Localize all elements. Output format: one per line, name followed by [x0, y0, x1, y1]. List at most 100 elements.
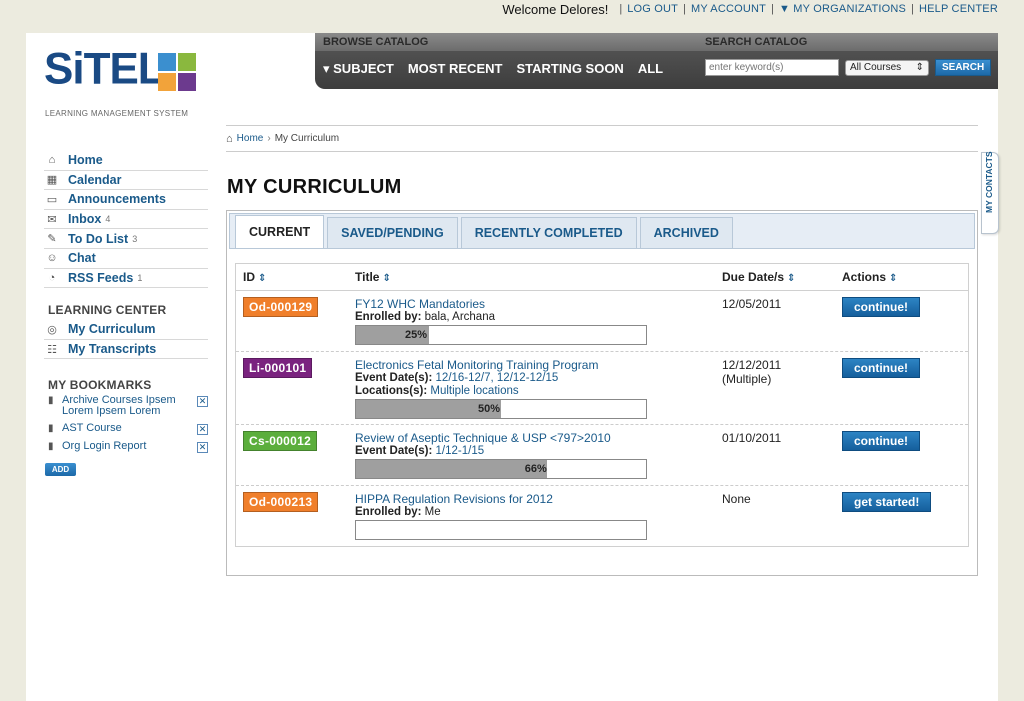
progress-bar: 66%: [355, 459, 647, 479]
sidebar-item-label: My Curriculum: [68, 322, 156, 337]
progress-percent: 25%: [405, 329, 428, 341]
chat-icon: ☺: [46, 252, 58, 265]
catalog-nav-most-recent[interactable]: MOST RECENT: [408, 61, 503, 77]
continue-button[interactable]: continue!: [842, 431, 920, 451]
course-id-badge: Li-000101: [243, 358, 313, 378]
column-header-due[interactable]: Due Date/s ⇕: [717, 270, 837, 284]
course-meta: Enrolled by: bala, Archana: [355, 311, 495, 323]
event-dates-link[interactable]: 12/16-12/7, 12/12-12/15: [436, 372, 559, 384]
search-button[interactable]: SEARCH: [935, 59, 992, 76]
bookmarks-heading: MY BOOKMARKS: [48, 378, 152, 393]
sort-icon: ⇕: [258, 273, 267, 284]
divider: |: [619, 3, 623, 15]
curriculum-table: ID ⇕ Title ⇕ Due Date/s ⇕ Actions ⇕ Od-00012…: [235, 263, 969, 547]
sidebar-item-announcements[interactable]: ▭ Announcements: [44, 190, 208, 210]
transcripts-icon: ☷: [47, 343, 57, 356]
catalog-nav-starting-soon[interactable]: STARTING SOON: [516, 61, 623, 77]
course-title-link[interactable]: FY12 WHC Mandatories: [355, 297, 717, 311]
column-header-id[interactable]: ID ⇕: [236, 270, 350, 284]
table-row: Cs-000012 Review of Aseptic Technique & …: [236, 425, 968, 486]
column-header-actions[interactable]: Actions ⇕: [837, 270, 968, 284]
browse-catalog-label: BROWSE CATALOG: [323, 36, 429, 48]
continue-button[interactable]: continue!: [842, 358, 920, 378]
tab-current[interactable]: CURRENT: [235, 215, 325, 248]
divider: |: [683, 3, 686, 15]
help-center-link[interactable]: HELP CENTER: [919, 3, 998, 15]
logout-link[interactable]: LOG OUT: [627, 3, 678, 15]
sort-icon: ⇕: [787, 273, 796, 284]
my-account-link[interactable]: MY ACCOUNT: [691, 3, 766, 15]
sitel-logo[interactable]: SiTEL LEARNING MANAGEMENT SYSTEM: [44, 46, 204, 118]
curriculum-panel: CURRENT SAVED/PENDING RECENTLY COMPLETED…: [226, 210, 978, 576]
bookmark-label: Archive Courses Ipsem Lorem Ipsem Lorem: [62, 394, 176, 418]
sidebar-item-label: Calendar: [68, 172, 122, 187]
course-title-link[interactable]: Review of Aseptic Technique & USP <797>2…: [355, 431, 717, 445]
add-bookmark-button[interactable]: ADD: [45, 463, 76, 477]
sidebar-item-calendar[interactable]: ▦ Calendar: [44, 171, 208, 191]
continue-button[interactable]: continue!: [842, 297, 920, 317]
sidebar-item-rss[interactable]: ◔ RSS Feeds 1: [44, 269, 208, 289]
event-dates-link[interactable]: 1/12-1/15: [436, 445, 485, 457]
divider: |: [911, 3, 914, 15]
remove-bookmark-icon[interactable]: ✕: [197, 442, 208, 454]
course-meta: Event Date(s): 12/16-12/7, 12/12-12/15: [355, 372, 559, 384]
curriculum-tabs: CURRENT SAVED/PENDING RECENTLY COMPLETED…: [229, 213, 975, 249]
my-organizations-label: MY ORGANIZATIONS: [793, 3, 907, 15]
sidebar-item-label: Announcements: [68, 192, 166, 207]
catalog-bar: BROWSE CATALOG SEARCH CATALOG ▾ SUBJECT …: [315, 33, 998, 89]
remove-bookmark-icon[interactable]: ✕: [197, 424, 208, 436]
breadcrumb: ⌂ Home › My Curriculum: [226, 126, 978, 152]
bookmark-item[interactable]: ▮ Org Login Report ✕: [48, 440, 208, 454]
breadcrumb-home-link[interactable]: Home: [237, 133, 264, 144]
search-input[interactable]: [705, 59, 839, 76]
catalog-nav-subject[interactable]: ▾ SUBJECT: [323, 61, 394, 77]
get-started-button[interactable]: get started!: [842, 492, 932, 512]
sidebar-item-label: My Transcripts: [68, 342, 157, 357]
course-meta-locations: Locations(s): Multiple locations: [355, 385, 519, 397]
bookmark-item[interactable]: ▮ Archive Courses Ipsem Lorem Ipsem Lore…: [48, 395, 208, 417]
column-header-title[interactable]: Title ⇕: [350, 270, 717, 284]
home-icon: ⌂: [226, 132, 233, 145]
sidebar-item-home[interactable]: ⌂ Home: [44, 151, 208, 171]
course-meta: Enrolled by: Me: [355, 506, 441, 518]
bookmark-icon: ▮: [48, 423, 54, 435]
search-catalog-label: SEARCH CATALOG: [705, 36, 808, 48]
my-organizations-link[interactable]: ▼ MY ORGANIZATIONS: [779, 3, 906, 15]
tab-archived[interactable]: ARCHIVED: [639, 217, 733, 248]
sidebar-item-my-transcripts[interactable]: ☷ My Transcripts: [44, 340, 208, 360]
course-title-link[interactable]: Electronics Fetal Monitoring Training Pr…: [355, 358, 717, 372]
course-meta: Event Date(s): 1/12-1/15: [355, 445, 485, 457]
remove-bookmark-icon[interactable]: ✕: [197, 396, 208, 408]
sidebar-item-my-curriculum[interactable]: ◎ My Curriculum: [44, 320, 208, 340]
sidebar: ⌂ Home ▦ Calendar ▭ Announcements ✉ Inbo…: [44, 151, 208, 477]
catalog-nav: ▾ SUBJECT MOST RECENT STARTING SOON ALL: [323, 61, 663, 77]
table-row: Od-000213 HIPPA Regulation Revisions for…: [236, 486, 968, 546]
bookmark-label: AST Course: [62, 422, 122, 435]
main-content: ⌂ Home › My Curriculum MY CURRICULUM CUR…: [226, 125, 978, 576]
sidebar-item-inbox[interactable]: ✉ Inbox 4: [44, 210, 208, 230]
progress-bar: 25%: [355, 325, 647, 345]
my-contacts-tab[interactable]: MY CONTACTS: [981, 151, 999, 234]
announcement-icon: ▭: [46, 193, 58, 206]
course-title-link[interactable]: HIPPA Regulation Revisions for 2012: [355, 492, 717, 506]
sidebar-item-chat[interactable]: ☺ Chat: [44, 249, 208, 269]
sort-icon: ⇕: [889, 273, 898, 284]
catalog-nav-all[interactable]: ALL: [638, 61, 663, 77]
bookmark-label: Org Login Report: [62, 440, 147, 453]
caret-down-icon: ▼: [778, 3, 794, 15]
due-date: 12/05/2011: [722, 297, 782, 311]
main-panel: SiTEL LEARNING MANAGEMENT SYSTEM BROWSE …: [26, 33, 999, 701]
sidebar-item-todo[interactable]: ✎ To Do List 3: [44, 229, 208, 249]
sidebar-item-label: RSS Feeds: [68, 270, 134, 285]
tab-saved-pending[interactable]: SAVED/PENDING: [327, 217, 458, 248]
table-row: Li-000101 Electronics Fetal Monitoring T…: [236, 352, 968, 425]
tab-recently-completed[interactable]: RECENTLY COMPLETED: [460, 217, 637, 248]
bookmark-item[interactable]: ▮ AST Course ✕: [48, 422, 208, 436]
course-scope-select[interactable]: All Courses ⇕: [845, 59, 929, 76]
progress-percent: 50%: [478, 403, 501, 415]
todo-count: 3: [132, 233, 138, 244]
progress-bar: [355, 520, 647, 540]
sort-icon: ⇕: [382, 273, 391, 284]
sidebar-item-label: To Do List: [68, 231, 129, 246]
locations-link[interactable]: Multiple locations: [430, 385, 518, 397]
